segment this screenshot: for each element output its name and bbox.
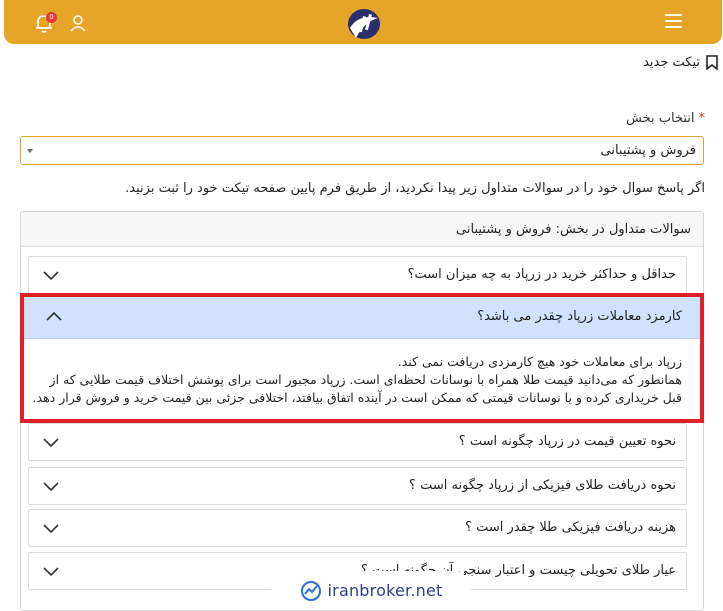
info-text: اگر پاسخ سوال خود را در سوالات متداول زی… [125, 181, 705, 196]
faq-question: کارمزد معاملات زرپاد چقدر می باشد؟ [477, 309, 682, 324]
user-icon[interactable] [68, 13, 88, 33]
chevron-up-icon [46, 311, 62, 321]
chevron-down-icon [43, 271, 59, 281]
page-title: تیکت جدید [643, 55, 718, 70]
watermark-text: iranbroker.net [327, 581, 443, 600]
faq-heading-text: سوالات متداول در بخش: فروش و پشتیبانی [456, 222, 691, 237]
faq-item-expanded: کارمزد معاملات زرپاد چقدر می باشد؟ زرپاد… [20, 293, 704, 423]
section-select[interactable]: فروش و پشتیبانی [20, 136, 704, 165]
faq-heading: سوالات متداول در بخش: فروش و پشتیبانی [21, 212, 703, 247]
page-title-text: تیکت جدید [643, 55, 700, 70]
faq-question: حداقل و حداکثر خرید در زرپاد به چه میزان… [407, 267, 676, 282]
faq-answer-line: زرپاد برای معاملات خود هیچ کارمزدی دریاف… [397, 354, 682, 369]
chevron-down-icon [43, 482, 59, 492]
section-label: *انتخاب بخش [626, 111, 705, 126]
faq-question: هزینه دریافت فیزیکی طلا چقدر است ؟ [465, 520, 676, 535]
notification-badge: 0 [46, 12, 57, 23]
bookmark-icon [706, 55, 718, 70]
dropdown-caret-icon [27, 149, 33, 153]
faq-question: نحوه تعیین قیمت در زرپاد چگونه است ؟ [458, 434, 676, 449]
chevron-down-icon [43, 567, 59, 577]
watermark: iranbroker.net [271, 571, 471, 610]
chevron-down-icon [43, 438, 59, 448]
section-label-text: انتخاب بخش [626, 111, 695, 126]
chevron-down-icon [43, 524, 59, 534]
faq-answer: زرپاد برای معاملات خود هیچ کارمزدی دریاف… [32, 353, 682, 407]
faq-item-header[interactable]: کارمزد معاملات زرپاد چقدر می باشد؟ [24, 297, 700, 339]
faq-answer-line: همانطور که می‌دانید قیمت طلا همراه با نو… [49, 372, 682, 387]
section-select-value: فروش و پشتیبانی [600, 143, 696, 158]
faq-item[interactable]: هزینه دریافت فیزیکی طلا چقدر است ؟ [28, 509, 687, 547]
top-navbar: 0 [4, 0, 722, 44]
faq-item[interactable]: نحوه تعیین قیمت در زرپاد چگونه است ؟ [28, 423, 687, 461]
hamburger-menu-icon[interactable] [665, 14, 682, 28]
faq-item[interactable]: نحوه دریافت طلای فیزیکی از زرپاد چگونه ا… [28, 467, 687, 505]
faq-item[interactable]: حداقل و حداکثر خرید در زرپاد به چه میزان… [28, 256, 687, 294]
faq-question: نحوه دریافت طلای فیزیکی از زرپاد چگونه ا… [409, 478, 676, 493]
required-mark: * [698, 111, 706, 126]
faq-answer-line: قبل خریداری کرده و یا نوسانات قیمتی که م… [32, 390, 682, 405]
chart-trend-icon [300, 580, 321, 601]
brand-logo[interactable] [344, 4, 384, 42]
